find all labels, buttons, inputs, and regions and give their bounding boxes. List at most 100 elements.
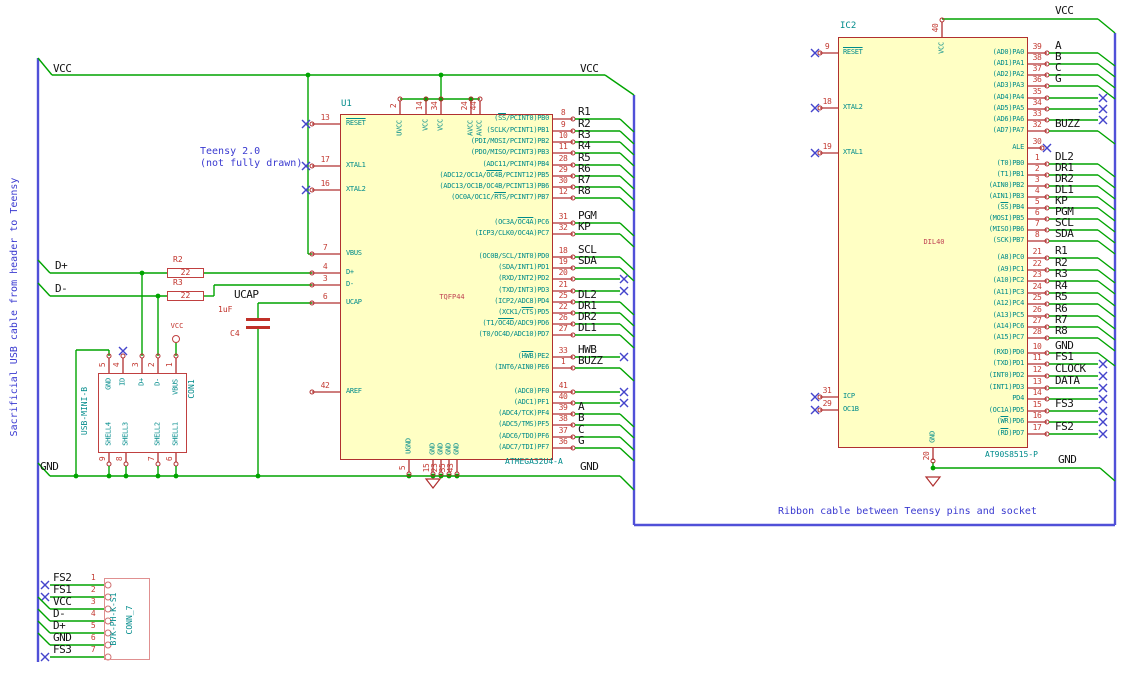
pin-name: (A9)PC1 [996, 265, 1025, 273]
pin-name: (ADC5/TMS)PF5 [498, 420, 549, 428]
pin-name: (ADC7/TDI)PF7 [498, 443, 549, 451]
pin-number: 6 [165, 456, 174, 462]
pin-number: 7 [90, 645, 96, 654]
pin-number: 37 [1032, 64, 1042, 73]
pin-number: 11 [558, 142, 568, 151]
pin-number: 19 [822, 142, 832, 151]
pin-number: 1 [165, 362, 174, 368]
pin-number: 10 [1032, 342, 1042, 351]
pin-name: (SCLK/PCINT1)PB1 [486, 126, 549, 134]
resistor-r2-ref: R2 [173, 255, 183, 264]
pin-number: 33 [558, 346, 568, 355]
ic-ic2-value: AT90S8515-P [985, 450, 1038, 459]
pin-number: 6 [1034, 208, 1040, 217]
resistor-r3-value: 22 [180, 291, 191, 300]
pin-name: (T0)PB0 [996, 159, 1025, 167]
pin-number: 2 [1034, 164, 1040, 173]
note-teensy-line1: Teensy 2.0 [200, 146, 261, 157]
pin-name: (ADC4/TCK)PF4 [498, 409, 549, 417]
capacitor-plate [246, 326, 270, 329]
pin-name: (A15)PC7 [992, 333, 1025, 341]
pin-number: 39 [1032, 42, 1042, 51]
net-label: VCC [1055, 4, 1074, 17]
ic-ic2-footprint: DIL40 [923, 238, 945, 246]
pin-number: 17 [320, 155, 330, 164]
net-label: GND [580, 460, 599, 473]
pin-number: 13 [320, 113, 330, 122]
pin-number: 25 [558, 291, 568, 300]
pin-number: 16 [1032, 411, 1042, 420]
pin-name: UGND [404, 438, 413, 455]
pin-name: (A8)PC0 [996, 253, 1025, 261]
pin-name: (A13)PC5 [992, 311, 1025, 319]
pin-number: 33 [1032, 109, 1042, 118]
pin-number: 7 [1034, 219, 1040, 228]
schematic-canvas: 22 R2 22 R3 1uF C4 VCC Sacrificial USB c… [0, 0, 1131, 690]
pin-number: 23 [1032, 270, 1042, 279]
pin-name: (RXD)PD0 [992, 348, 1025, 356]
ic-ic2-ref: IC2 [840, 21, 857, 31]
pin-name: (AIN1)PB3 [988, 192, 1025, 200]
conn7-value: B7K-PH-K-S1 [109, 592, 118, 646]
capacitor-plate [246, 318, 270, 321]
net-label: GND [1058, 453, 1077, 466]
pin-name: GND [928, 430, 937, 443]
pin-number: 24 [460, 101, 469, 111]
pin-number: 19 [558, 257, 568, 266]
capacitor-c4-value: 1uF [218, 305, 233, 314]
pin-number: 2 [147, 362, 156, 368]
pin-name: (AD3)PA3 [992, 81, 1025, 89]
pin-number: 20 [558, 268, 568, 277]
pin-name: ICP [843, 392, 855, 400]
pin-name: (SCK)PB7 [992, 236, 1025, 244]
pin-number: 29 [822, 399, 832, 408]
pin-name: (A12)PC4 [992, 299, 1025, 307]
pin-number: 4 [112, 362, 121, 368]
pin-name: D- [346, 280, 354, 288]
pin-name: GND [104, 378, 113, 391]
pin-number: 4 [1034, 186, 1040, 195]
pin-number: 30 [1032, 137, 1042, 146]
pin-number: 7 [322, 243, 328, 252]
pin-number: 9 [98, 456, 107, 462]
pin-number: 10 [558, 131, 568, 140]
net-label: UCAP [234, 288, 259, 301]
ic-u1-value: ATMEGA32U4-A [505, 457, 563, 466]
pin-name: (AIN0)PB2 [988, 181, 1025, 189]
pin-name: GND [428, 442, 437, 455]
pin-number: 44 [469, 101, 478, 111]
net-label: VCC [53, 62, 72, 75]
pin-name: (RD)PD7 [996, 429, 1025, 437]
pin-name: (SS)PB4 [996, 203, 1025, 211]
pin-number: 30 [558, 176, 568, 185]
net-label: FS3 [53, 643, 72, 656]
pin-name: (ADC0)PF0 [513, 387, 550, 395]
pin-name: (ICP3/CLK0/OC4A)PC7 [474, 229, 550, 237]
usb-connector-ref: CON1 [187, 379, 196, 399]
pin-number: 32 [558, 223, 568, 232]
pin-name: (ADC13/OC1B/OC4B/PCINT13)PB6 [439, 182, 549, 190]
pin-name: GND [436, 442, 445, 455]
pin-name: (OC1A)PD5 [988, 406, 1025, 414]
pin-name: AVCC [475, 119, 484, 136]
pin-name: D- [153, 378, 162, 387]
pin-number: 38 [558, 414, 568, 423]
pin-name: (AD1)PA1 [992, 59, 1025, 67]
pin-name: (ADC1)PF1 [513, 398, 550, 406]
net-label: DL1 [578, 321, 597, 334]
pin-number: 25 [1032, 293, 1042, 302]
pin-name: VBUS [171, 378, 180, 395]
net-label: SDA [578, 254, 597, 267]
net-label: BUZZ [1055, 117, 1080, 130]
pin-number: 26 [1032, 305, 1042, 314]
pin-number: 1 [1034, 153, 1040, 162]
pin-number: 8 [1034, 230, 1040, 239]
pin-name: UVCC [395, 119, 404, 136]
pin-number: 39 [558, 403, 568, 412]
pin-name: UCAP [346, 298, 362, 306]
note-sacrificial-usb: Sacrificial USB cable from header to Tee… [9, 177, 20, 437]
net-label: DATA [1055, 374, 1080, 387]
pin-name: (ICP2/ADC8)PD4 [494, 297, 549, 305]
pin-name: (A11)PC3 [992, 288, 1025, 296]
pin-name: VCC [436, 119, 445, 132]
